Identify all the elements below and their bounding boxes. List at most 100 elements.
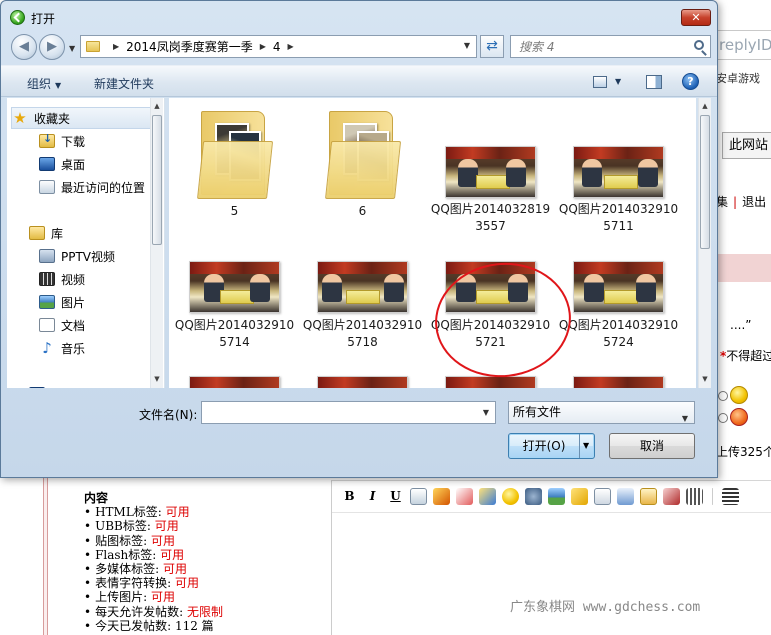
scroll-down-arrow[interactable]: ▼ [151,373,163,386]
media-icon[interactable] [525,488,542,505]
scroll-up-arrow[interactable]: ▲ [151,100,163,113]
nav-favorites[interactable]: ★ 收藏夹 [11,107,151,129]
table-icon[interactable] [640,488,657,505]
pictures-library-icon [39,295,55,309]
emoticon-icon[interactable] [502,488,519,505]
chevron-right-icon[interactable]: ▶ [288,42,294,51]
image-item[interactable]: QQ图片20140329105711 [556,103,681,263]
photo-thumbnail [189,261,280,313]
preview-pane-icon[interactable] [646,75,662,89]
nav-computer[interactable] [29,380,51,388]
recent-pages-dropdown[interactable]: ▼ [69,44,75,53]
refresh-button[interactable]: ⇄ [480,35,504,58]
scroll-down-arrow[interactable]: ▼ [699,373,711,386]
cancel-button[interactable]: 取消 [609,433,695,459]
nav-desktop[interactable]: 桌面 [39,153,85,175]
scroll-thumb[interactable] [700,115,710,249]
dialog-titlebar[interactable]: 打开 ✕ [1,1,717,31]
change-view-icon[interactable] [593,76,607,88]
image-item[interactable]: QQ图片20140329105724 [556,260,681,388]
image-item[interactable]: QQ图片20140328193557 [428,103,553,263]
view-options-dropdown[interactable]: ▼ [615,77,621,86]
navigation-scrollbar[interactable]: ▲ ▼ [150,98,163,388]
link-icon[interactable] [686,488,703,505]
list-item: UBB标签: 可用 [84,519,223,533]
back-button[interactable]: ◀ [11,34,37,60]
photo-thumbnail [573,146,664,198]
font-family-icon[interactable] [433,488,450,505]
image-item[interactable]: QQ图片20140329105718 [300,260,425,388]
font-size-icon[interactable] [410,488,427,505]
browser-icon [10,10,25,25]
logout-link[interactable]: 退出 [742,195,766,209]
nav-videos[interactable]: 视频 [39,268,85,290]
image-icon[interactable] [548,488,565,505]
this-site-button[interactable]: 此网站 [722,132,771,159]
help-icon[interactable]: ? [682,73,699,90]
breadcrumb-season[interactable]: 2014凤岗季度赛第一季 [126,38,253,55]
angry-smiley-icon[interactable] [730,408,748,426]
nav-pptv-videos[interactable]: PPTV视频 [39,245,115,267]
open-button[interactable]: 打开(O) ▼ [508,433,595,459]
list-item: 每天允许发帖数: 无限制 [84,605,223,619]
forward-button[interactable]: ▶ [39,34,65,60]
file-type-select[interactable]: 所有文件 ▼ [508,401,695,424]
emoticon-radio-1[interactable] [718,391,728,401]
reply-id-input[interactable]: replyID [716,30,771,60]
image-item-highlighted[interactable]: QQ图片20140329105721 [428,260,553,388]
android-games-link[interactable]: 安卓游戏 [716,70,760,86]
search-box[interactable] [510,35,711,58]
scroll-up-arrow[interactable]: ▲ [699,100,711,113]
bold-button[interactable]: B [340,487,359,506]
nav-documents[interactable]: 文档 [39,314,85,336]
folder-icon [86,41,100,52]
photo-thumbnail-partial[interactable] [445,376,536,388]
code-icon[interactable] [594,488,611,505]
chevron-right-icon[interactable]: ▶ [113,42,119,51]
music-note-icon: ♪ [42,339,52,357]
new-folder-button[interactable]: 新建文件夹 [94,75,154,92]
photo-thumbnail-partial[interactable] [189,376,280,388]
nav-libraries[interactable]: 库 [29,222,63,244]
filename-combobox[interactable]: ▼ [201,401,496,424]
highlight-icon[interactable] [479,488,496,505]
organize-menu[interactable]: 组织 ▼ [27,75,61,92]
folder-item-6[interactable]: 6 [300,103,425,223]
folder-item-5[interactable]: 5 [172,103,297,223]
chevron-down-icon[interactable]: ▼ [464,41,470,50]
italic-button[interactable]: I [363,487,382,506]
text-color-icon[interactable] [456,488,473,505]
nav-music[interactable]: ♪ 音乐 [39,337,85,359]
photo-thumbnail [573,261,664,313]
address-bar[interactable]: ▶ 2014凤岗季度赛第一季 ▶ 4 ▶ ▼ [80,35,477,58]
post-permissions-list: 内容 HTML标签: 可用 UBB标签: 可用 贴图标签: 可用 Flash标签… [84,491,223,633]
confused-smiley-icon[interactable] [730,386,748,404]
clear-format-icon[interactable] [663,488,680,505]
file-list-scrollbar[interactable]: ▲ ▼ [698,98,711,388]
list-item: Flash标签: 可用 [84,548,223,562]
nav-pictures[interactable]: 图片 [39,291,85,313]
file-name: QQ图片20140328193557 [430,202,551,233]
align-left-icon[interactable] [722,488,739,505]
music-icon[interactable] [571,488,588,505]
open-options-dropdown[interactable]: ▼ [583,434,589,458]
quote-icon[interactable] [617,488,634,505]
scroll-thumb[interactable] [152,115,162,245]
filename-input[interactable] [202,402,472,423]
chevron-down-icon[interactable]: ▼ [682,408,688,429]
chevron-right-icon[interactable]: ▶ [260,42,266,51]
photo-thumbnail-partial[interactable] [317,376,408,388]
nav-recent-places[interactable]: 最近访问的位置 [39,176,145,198]
limit-text: 不得超过 [726,349,771,363]
photo-thumbnail-partial[interactable] [573,376,664,388]
breadcrumb-folder-4[interactable]: 4 [273,40,281,54]
search-icon[interactable] [694,40,704,50]
emoticon-radio-2[interactable] [718,413,728,423]
nav-downloads[interactable]: 下载 [39,130,85,152]
chevron-down-icon[interactable]: ▼ [483,408,489,417]
underline-button[interactable]: U [386,487,405,506]
search-input[interactable] [511,36,686,57]
content-title: 内容 [84,491,109,505]
close-button[interactable]: ✕ [681,9,711,26]
image-item[interactable]: QQ图片20140329105714 [172,260,297,388]
